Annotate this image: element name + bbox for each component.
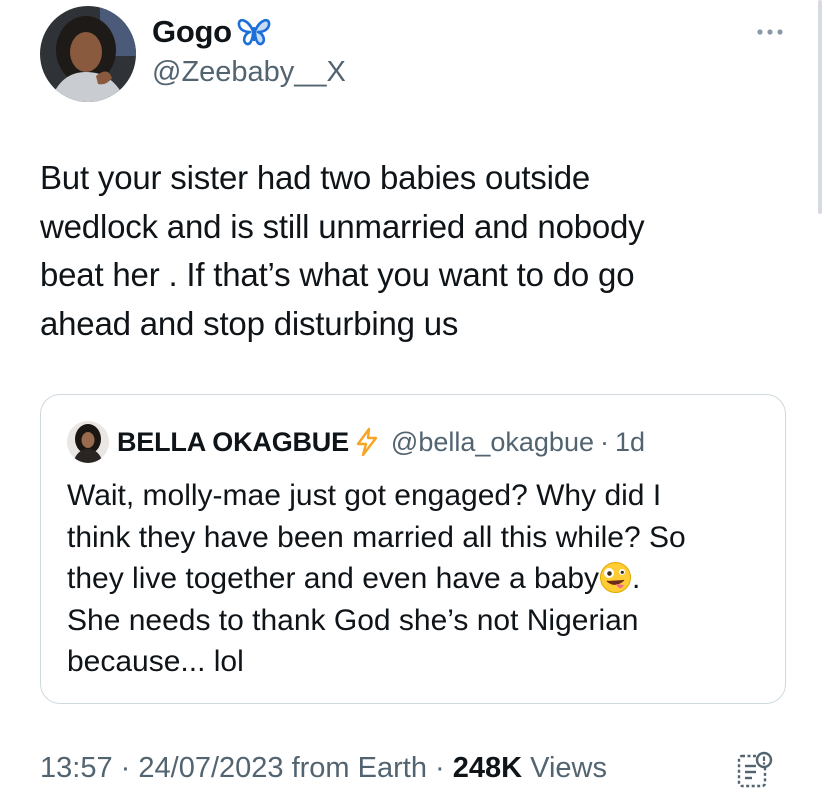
- author-display-name[interactable]: Gogo: [152, 14, 232, 50]
- quoted-timestamp[interactable]: 1d: [615, 427, 645, 458]
- meta-separator: ·: [435, 752, 445, 784]
- quoted-text-part1: Wait, molly-mae just got engaged? Why di…: [67, 479, 686, 595]
- quoted-author-handle[interactable]: @bella_okagbue: [391, 427, 594, 458]
- quoted-author-avatar[interactable]: [67, 421, 109, 463]
- quoted-author-name[interactable]: BELLA OKAGBUE: [117, 427, 349, 458]
- analytics-icon[interactable]: [736, 750, 774, 790]
- zany-face-emoji: [599, 561, 632, 594]
- tweet-text: But your sister had two babies outside w…: [40, 159, 645, 342]
- quoted-tweet-text: Wait, molly-mae just got engaged? Why di…: [67, 475, 757, 683]
- scrollbar[interactable]: [818, 0, 822, 214]
- quoted-separator: ·: [599, 426, 609, 457]
- tweet-time[interactable]: 13:57: [40, 752, 113, 784]
- quoted-tweet-card[interactable]: BELLA OKAGBUE @bella_okagbue · 1d Wait, …: [40, 394, 786, 704]
- quoted-tweet-header: BELLA OKAGBUE @bella_okagbue · 1d: [67, 421, 645, 463]
- more-icon[interactable]: [752, 22, 788, 42]
- author-name-row[interactable]: Gogo: [152, 14, 272, 50]
- tweet-date[interactable]: 24/07/2023: [138, 752, 283, 784]
- views-count: 248K: [452, 752, 523, 784]
- author-handle[interactable]: @Zeebaby__X: [152, 56, 346, 89]
- author-avatar[interactable]: [40, 6, 136, 102]
- views-label: Views: [530, 752, 607, 784]
- tweet-metadata: 13:57 · 24/07/2023 from Earth · 248K Vie…: [40, 752, 607, 785]
- meta-separator: ·: [120, 752, 131, 784]
- butterfly-icon: [236, 17, 272, 47]
- lightning-bolt-icon: [353, 427, 381, 457]
- tweet-source: from Earth: [291, 752, 427, 784]
